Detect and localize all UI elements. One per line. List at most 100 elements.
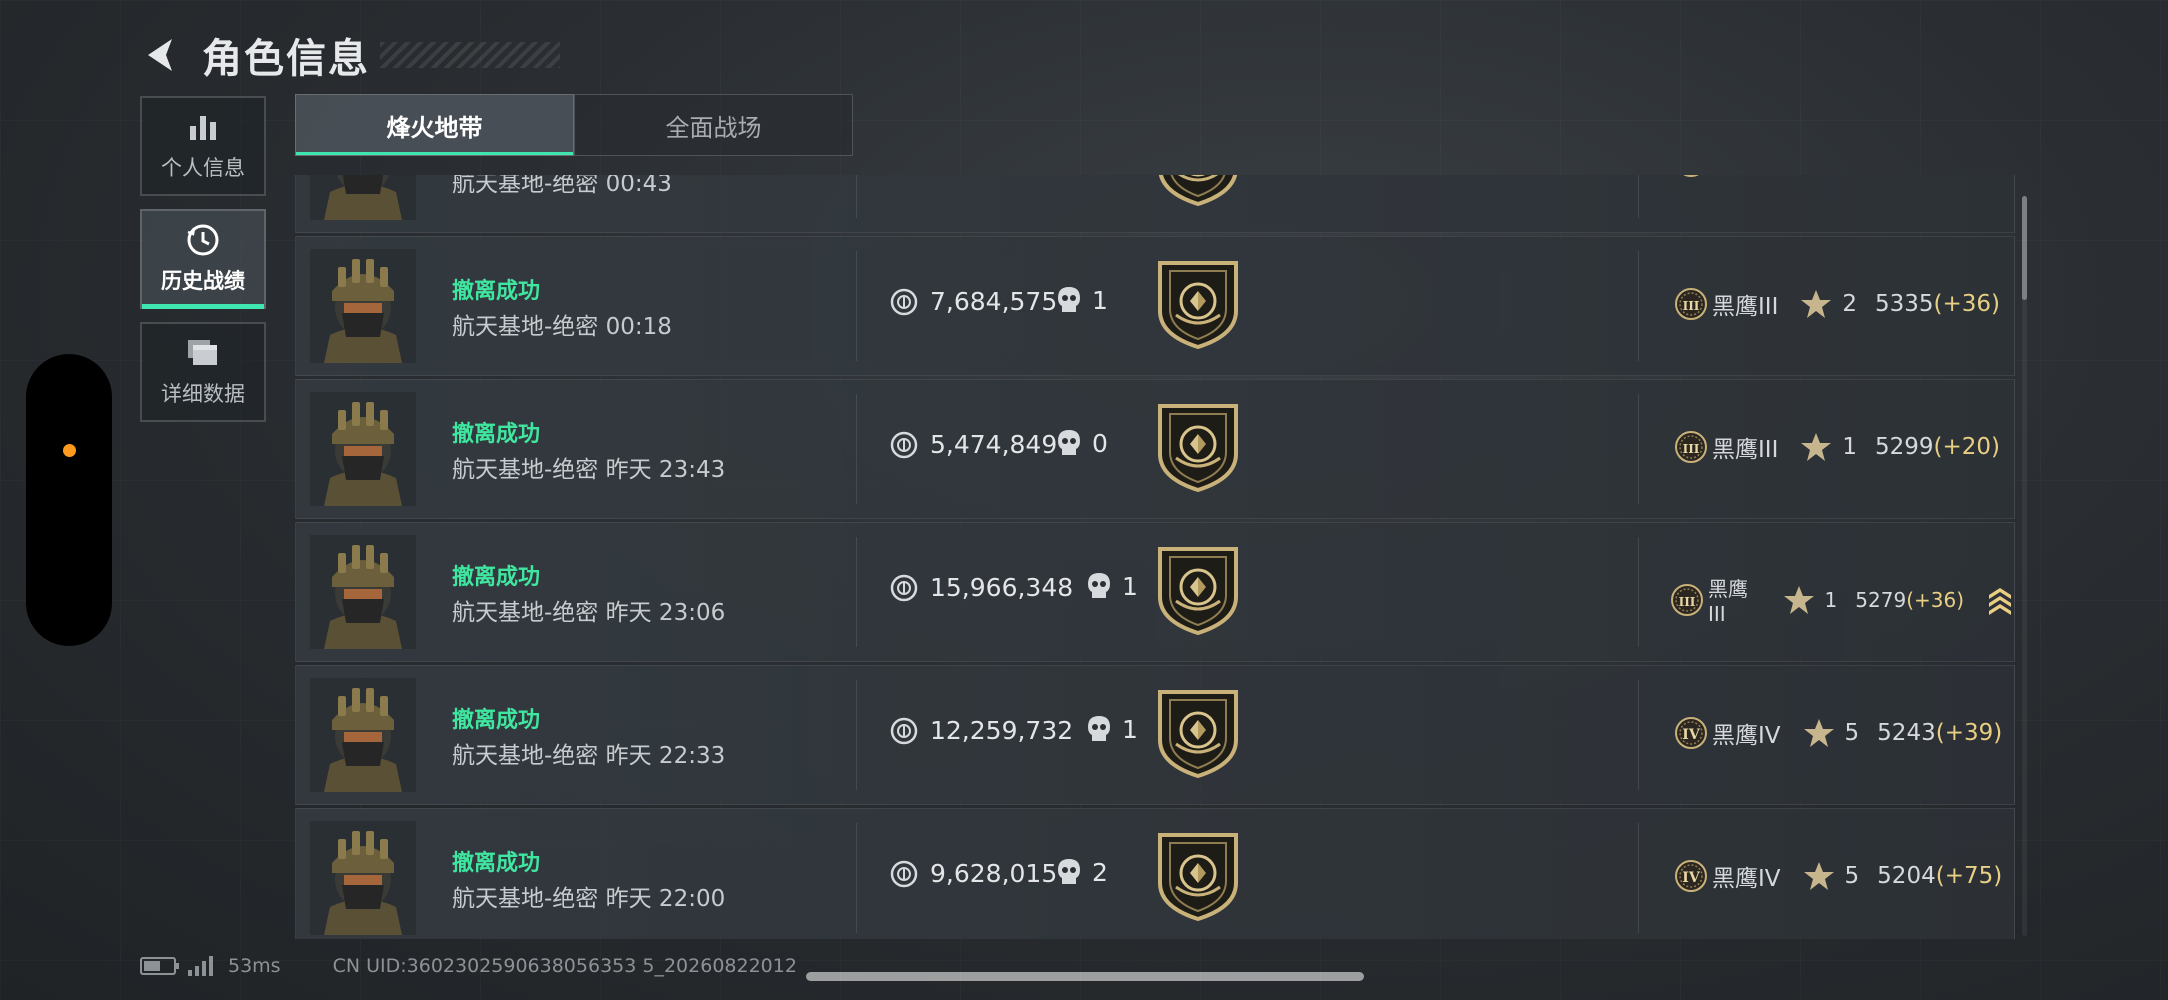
skull-icon — [1086, 571, 1112, 601]
row-divider — [1638, 251, 1639, 361]
kill-count: 1 — [1086, 571, 1138, 601]
haul-value: 9,628,015 — [890, 859, 1057, 888]
star-icon — [1800, 175, 1832, 177]
match-grade-emblem-icon[interactable] — [1156, 545, 1240, 636]
match-time: 00:43 — [605, 175, 672, 197]
haul-value-text: 7,684,575 — [930, 287, 1058, 316]
operator-avatar — [310, 678, 416, 792]
home-indicator[interactable] — [806, 972, 1364, 981]
skull-icon — [1086, 714, 1112, 744]
operator-avatar — [310, 392, 416, 506]
nav-item-personal-info[interactable]: 个人信息 — [140, 96, 266, 196]
map-name: 航天基地-绝密 — [452, 314, 599, 340]
match-grade-emblem-icon[interactable] — [1156, 402, 1240, 493]
history-clock-icon — [185, 223, 221, 257]
rank-info: III 黑鹰III 1 5279 (+36) — [1670, 573, 2014, 626]
match-row[interactable]: 撤离成功 航天基地-绝密 昨天 23:06 15,966,348 1 III 黑… — [295, 522, 2015, 662]
operator-avatar — [310, 249, 416, 363]
svg-text:III: III — [1683, 299, 1700, 313]
coin-icon — [890, 431, 918, 459]
row-divider — [856, 175, 857, 218]
match-grade-emblem-icon[interactable] — [1156, 175, 1240, 207]
match-grade-emblem-icon[interactable] — [1156, 831, 1240, 922]
match-row[interactable]: 撤离成功 航天基地-绝密 昨天 23:43 5,474,849 0 III 黑鹰… — [295, 379, 2015, 519]
tab-haavk[interactable]: 烽火地带 — [295, 94, 574, 156]
haul-value-text: 12,259,732 — [930, 716, 1074, 745]
row-divider — [856, 251, 857, 361]
nav-item-detailed-data[interactable]: 详细数据 — [140, 322, 266, 422]
match-time: 昨天 23:43 — [605, 457, 726, 483]
map-and-time: 航天基地-绝密 昨天 22:00 — [452, 879, 725, 913]
extraction-status: 撤离成功 — [452, 565, 541, 590]
match-row[interactable]: 撤离成功 航天基地-绝密 00:18 7,684,575 1 III 黑鹰III… — [295, 236, 2015, 376]
rank-badge-icon: IV — [1674, 716, 1708, 750]
coin-icon — [890, 574, 918, 602]
rank-score: 5243 — [1877, 720, 1936, 746]
header: 角色信息 — [140, 20, 560, 90]
match-row[interactable]: 撤离成功 航天基地-绝密 00:43 11,116,595 3 III 黑鹰II… — [295, 175, 2015, 233]
match-grade-emblem-icon[interactable] — [1156, 259, 1240, 350]
row-divider — [1638, 823, 1639, 933]
scrollbar-track[interactable] — [2022, 196, 2027, 936]
camera-notch — [26, 354, 112, 646]
status-footer: 53ms CN UID:3602302590638056353 5_202608… — [140, 955, 797, 977]
coin-icon — [890, 717, 918, 745]
star-icon — [1803, 860, 1835, 892]
star-count: 1 — [1824, 587, 1838, 612]
scrollbar-thumb[interactable] — [2022, 196, 2027, 300]
row-divider — [856, 680, 857, 790]
haul-value: 5,474,849 — [890, 430, 1057, 459]
kill-count: 1 — [1086, 714, 1138, 744]
rank-info: III 黑鹰III 1 5299 (+20) — [1674, 430, 2000, 464]
operator-avatar — [310, 821, 416, 935]
star-count: 1 — [1842, 434, 1857, 460]
map-and-time: 航天基地-绝密 00:43 — [452, 175, 672, 198]
star-count: 2 — [1842, 291, 1857, 317]
rank-score: 5299 — [1875, 434, 1934, 460]
rank-name: 黑鹰III — [1712, 175, 1778, 178]
back-arrow-icon — [148, 39, 172, 71]
map-and-time: 航天基地-绝密 昨天 22:33 — [452, 736, 725, 770]
haul-value-text: 5,474,849 — [930, 430, 1058, 459]
star-icon — [1800, 288, 1832, 320]
kill-count: 2 — [1056, 857, 1108, 887]
rank-badge-icon: III — [1674, 287, 1708, 321]
svg-text:IV: IV — [1682, 870, 1701, 886]
rank-badge-icon: III — [1674, 430, 1708, 464]
rank-info: III 黑鹰III 4 5410 (+75) — [1674, 175, 2000, 178]
tab-warfare[interactable]: 全面战场 — [574, 94, 853, 156]
match-row[interactable]: 撤离成功 航天基地-绝密 昨天 22:33 12,259,732 1 IV 黑鹰… — [295, 665, 2015, 805]
rank-name: 黑鹰IV — [1712, 723, 1781, 749]
page-title: 角色信息 — [202, 36, 370, 82]
row-divider — [1638, 175, 1639, 218]
match-history-list-inner: 撤离成功 航天基地-绝密 00:43 11,116,595 3 III 黑鹰II… — [295, 175, 2015, 939]
map-name: 航天基地-绝密 — [452, 743, 599, 769]
kill-count-text: 1 — [1122, 571, 1138, 601]
camera-indicator-dot — [63, 444, 76, 457]
haul-value-text: 15,966,348 — [930, 573, 1074, 602]
row-divider — [1638, 537, 1639, 647]
svg-text:IV: IV — [1682, 727, 1701, 743]
svg-text:III: III — [1683, 442, 1700, 456]
rank-name: 黑鹰IV — [1712, 866, 1781, 892]
match-grade-emblem-icon[interactable] — [1156, 688, 1240, 779]
match-history-list[interactable]: 撤离成功 航天基地-绝密 00:43 11,116,595 3 III 黑鹰II… — [295, 175, 2015, 939]
rank-name: 黑鹰III — [1708, 577, 1748, 626]
coin-icon — [890, 288, 918, 316]
score-delta: (+75) — [1935, 863, 2003, 889]
folder-stack-icon — [185, 336, 221, 370]
rank-info: IV 黑鹰IV 5 5243 (+39) — [1674, 716, 2002, 750]
nav-item-label: 详细数据 — [161, 382, 245, 406]
star-icon — [1803, 717, 1835, 749]
match-time: 昨天 22:33 — [605, 743, 726, 769]
rank-badge-icon: IV — [1674, 859, 1708, 893]
haul-value: 7,684,575 — [890, 287, 1057, 316]
extraction-status: 撤离成功 — [452, 708, 541, 733]
rank-badge-icon: III — [1674, 175, 1708, 178]
match-row[interactable]: 撤离成功 航天基地-绝密 昨天 22:00 9,628,015 2 IV 黑鹰I… — [295, 808, 2015, 939]
row-divider — [856, 394, 857, 504]
back-button[interactable] — [140, 33, 184, 77]
rank-score: 5335 — [1875, 291, 1934, 317]
nav-item-match-history[interactable]: 历史战绩 — [140, 209, 266, 309]
map-name: 航天基地-绝密 — [452, 886, 599, 912]
